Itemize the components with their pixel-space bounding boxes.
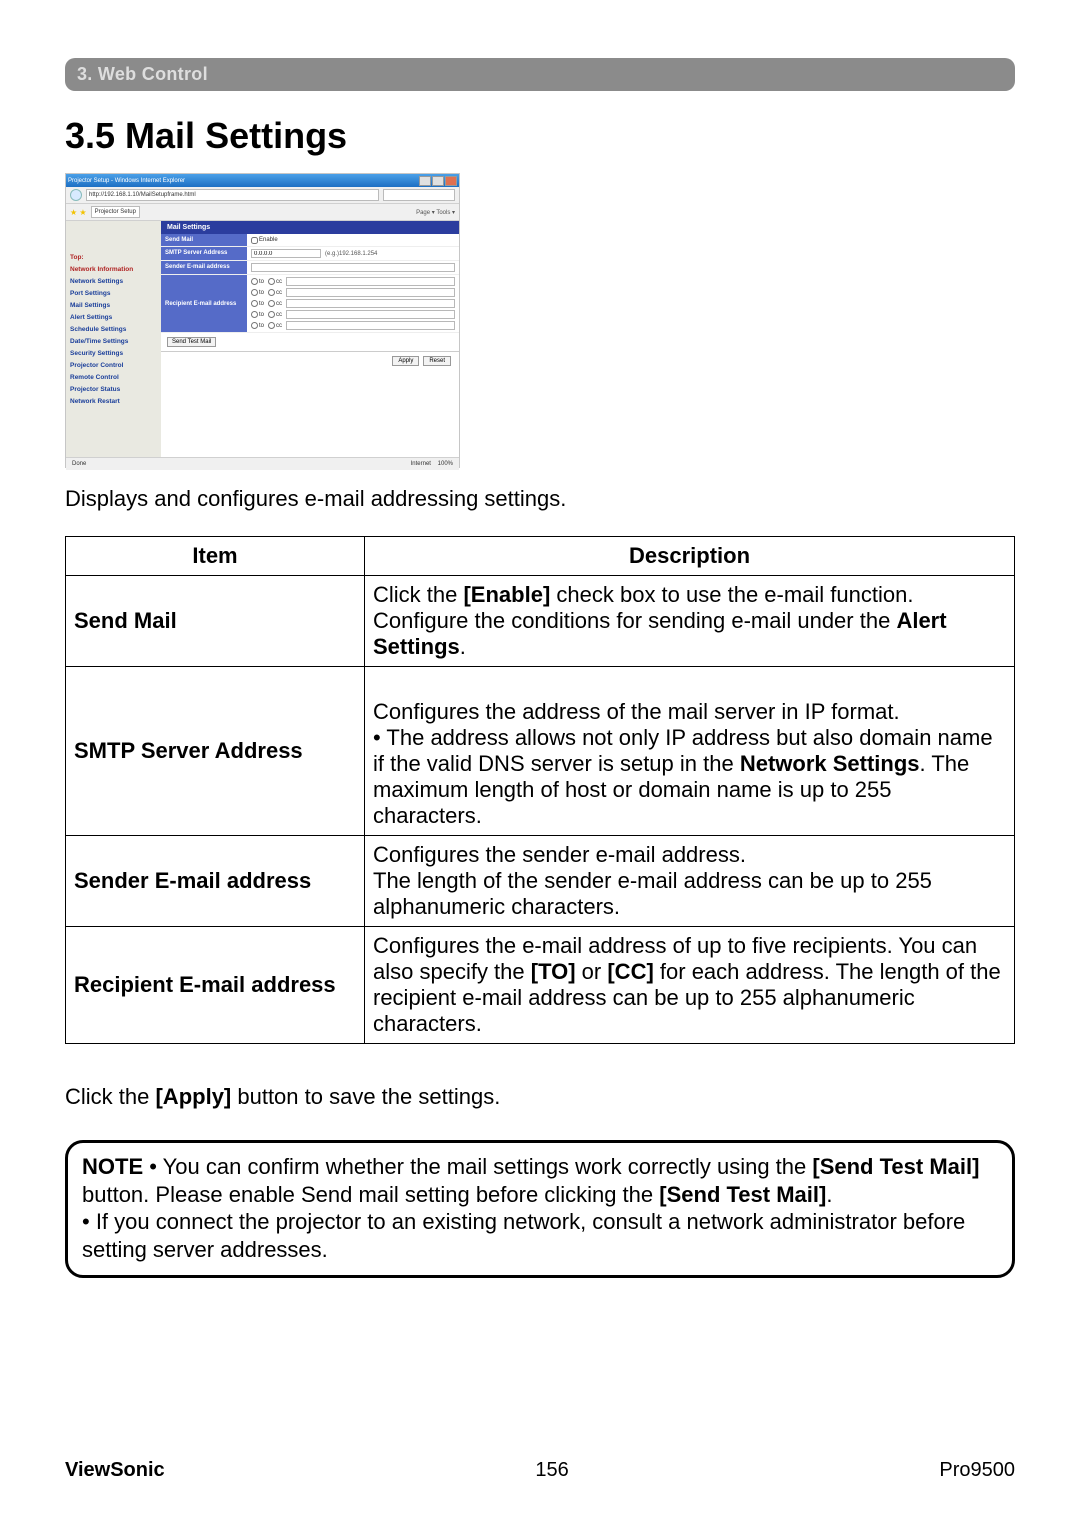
chapter-bar: 3. Web Control	[65, 58, 1015, 91]
address-bar: http://192.168.1.10/MailSetupframe.html	[66, 187, 459, 204]
sidebar-item: Network Settings	[66, 275, 161, 287]
sender-input	[251, 263, 455, 272]
apply-button: Apply	[392, 356, 419, 366]
item-cell: Send Mail	[66, 576, 365, 667]
page-number: 156	[535, 1459, 568, 1482]
item-cell: Recipient E-mail address	[66, 927, 365, 1044]
sidebar-item: Network Restart	[66, 395, 161, 407]
sidebar-item: Date/Time Settings	[66, 335, 161, 347]
window-title: Projector Setup - Windows Internet Explo…	[68, 178, 185, 184]
close-icon	[445, 176, 457, 186]
table-row: Send Mail Click the [Enable] check box t…	[66, 576, 1015, 667]
sidebar-item: Port Settings	[66, 287, 161, 299]
section-title: 3.5 Mail Settings	[65, 115, 1015, 157]
enable-checkbox: Enable	[251, 237, 278, 244]
status-right: 100%	[438, 461, 453, 467]
table-header-desc: Description	[365, 537, 1015, 576]
table-header-item: Item	[66, 537, 365, 576]
sidebar-item: Schedule Settings	[66, 323, 161, 335]
status-mid: Internet	[411, 461, 431, 467]
note-box: NOTE • You can confirm whether the mail …	[65, 1140, 1015, 1278]
maximize-icon	[432, 176, 444, 186]
url-field: http://192.168.1.10/MailSetupframe.html	[86, 189, 379, 201]
desc-cell: Configures the e-mail address of up to f…	[365, 927, 1015, 1044]
sidebar-item: Mail Settings	[66, 299, 161, 311]
favorites-icon: ★ ★	[70, 208, 87, 217]
sidebar-item: Projector Control	[66, 359, 161, 371]
after-table-text: Click the [Apply] button to save the set…	[65, 1084, 1015, 1110]
screenshot-figure: Projector Setup - Windows Internet Explo…	[65, 173, 460, 468]
row-label: Send Mail	[161, 234, 247, 246]
search-box	[383, 189, 455, 201]
page-footer: ViewSonic 156 Pro9500	[65, 1459, 1015, 1482]
status-left: Done	[72, 461, 86, 467]
minimize-icon	[419, 176, 431, 186]
desc-cell: Click the [Enable] check box to use the …	[365, 576, 1015, 667]
sidebar-item: Projector Status	[66, 383, 161, 395]
sidebar-item: Alert Settings	[66, 311, 161, 323]
row-label: SMTP Server Address	[161, 247, 247, 260]
footer-model: Pro9500	[939, 1459, 1015, 1482]
desc-cell: Configures the address of the mail serve…	[365, 667, 1015, 836]
table-row: SMTP Server Address Configures the addre…	[66, 667, 1015, 836]
lead-text: Displays and configures e-mail addressin…	[65, 486, 1015, 512]
reset-button: Reset	[423, 356, 451, 366]
sidebar-item: Top:	[66, 251, 161, 263]
browser-tab: Projector Setup	[91, 206, 140, 218]
sidebar-item: Security Settings	[66, 347, 161, 359]
recipient-input	[286, 299, 455, 308]
window-titlebar: Projector Setup - Windows Internet Explo…	[66, 174, 459, 187]
smtp-hint: (e.g.)192.168.1.254	[325, 251, 377, 257]
table-row: Sender E-mail address Configures the sen…	[66, 836, 1015, 927]
table-row: Recipient E-mail address Configures the …	[66, 927, 1015, 1044]
status-bar: Done Internet 100%	[66, 457, 459, 470]
panel-heading: Mail Settings	[161, 221, 459, 234]
note-label: NOTE	[82, 1154, 143, 1179]
back-icon	[70, 189, 82, 201]
recipient-input	[286, 277, 455, 286]
main-panel: Mail Settings Send Mail Enable SMTP Serv…	[161, 221, 459, 457]
page: 3. Web Control 3.5 Mail Settings Project…	[0, 0, 1080, 1532]
row-label: Recipient E-mail address	[161, 275, 247, 332]
row-label: Sender E-mail address	[161, 261, 247, 274]
sidebar-item: Network Information	[66, 263, 161, 275]
description-table: Item Description Send Mail Click the [En…	[65, 536, 1015, 1044]
toolbar-menu: Page ▾ Tools ▾	[416, 209, 455, 216]
toolbar: ★ ★ Projector Setup Page ▾ Tools ▾	[66, 204, 459, 221]
sidebar: Top: Network Information Network Setting…	[66, 221, 161, 457]
item-cell: SMTP Server Address	[66, 667, 365, 836]
recipient-input	[286, 321, 455, 330]
recipient-input	[286, 310, 455, 319]
sidebar-item: Remote Control	[66, 371, 161, 383]
send-test-mail-button: Send Test Mail	[167, 337, 216, 347]
smtp-input	[251, 249, 321, 258]
item-cell: Sender E-mail address	[66, 836, 365, 927]
desc-cell: Configures the sender e-mail address. Th…	[365, 836, 1015, 927]
footer-brand: ViewSonic	[65, 1459, 165, 1482]
recipient-input	[286, 288, 455, 297]
